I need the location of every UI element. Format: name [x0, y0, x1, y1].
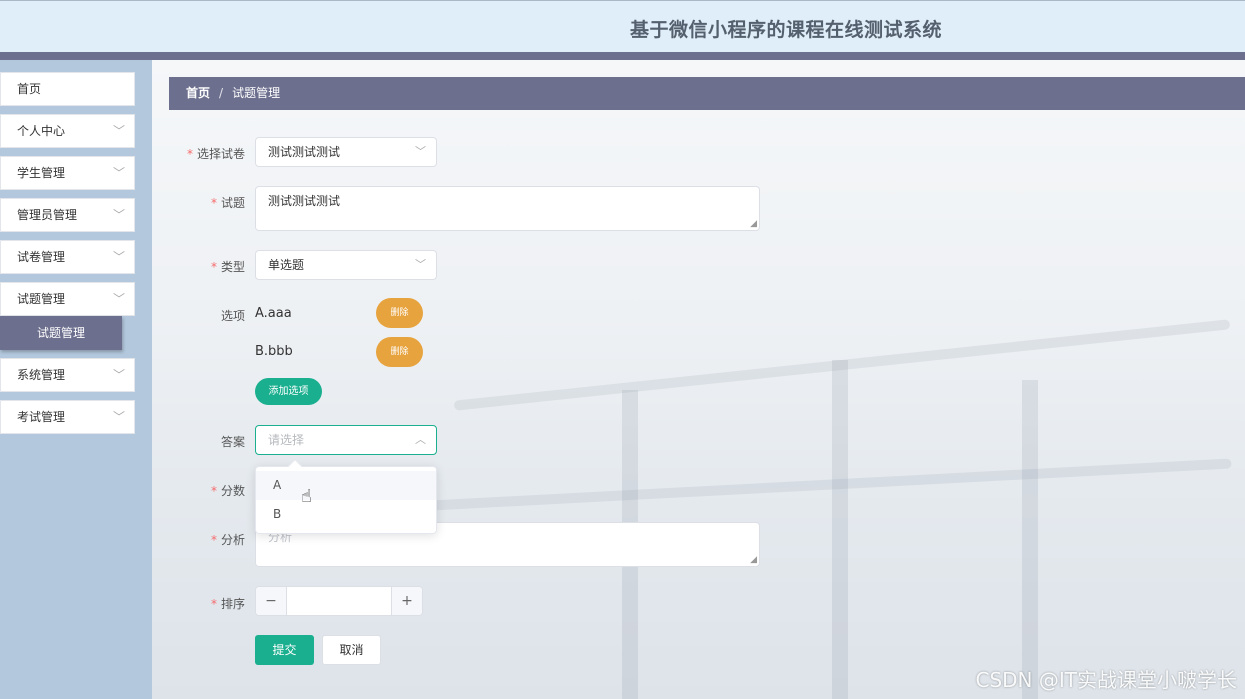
background-decoration [832, 360, 848, 699]
resize-grip-icon[interactable]: ◢ [750, 220, 757, 229]
resize-grip-icon[interactable]: ◢ [750, 556, 757, 565]
sidebar-item-label: 个人中心 [17, 124, 66, 138]
sidebar-item-admin-mgmt[interactable]: 管理员管理 ﹀ [0, 198, 135, 232]
sidebar-item-label: 学生管理 [17, 166, 66, 180]
score-label: * 分数 [210, 484, 245, 498]
chevron-up-icon: ︿ [415, 433, 426, 446]
app-header: 基于微信小程序的课程在线测试系统 [0, 0, 1245, 52]
chevron-down-icon: ﹀ [112, 250, 125, 264]
breadcrumb-home[interactable]: 首页 [186, 86, 210, 100]
answer-select[interactable]: 请选择 ︿ [255, 425, 437, 455]
add-option-button[interactable]: 添加选项 [255, 378, 322, 405]
answer-label: 答案 [220, 435, 245, 449]
sidebar-item-label: 管理员管理 [17, 208, 78, 222]
question-label: * 试题 [210, 196, 245, 210]
background-decoration [1022, 380, 1038, 699]
sidebar-subitem-question-mgmt[interactable]: 试题管理 [0, 316, 122, 350]
sidebar-item-paper-mgmt[interactable]: 试卷管理 ﹀ [0, 240, 135, 274]
chevron-down-icon: ﹀ [112, 124, 125, 138]
sidebar-item-student-mgmt[interactable]: 学生管理 ﹀ [0, 156, 135, 190]
sidebar-item-exam-mgmt[interactable]: 考试管理 ﹀ [0, 400, 135, 434]
cancel-button[interactable]: 取消 [322, 635, 381, 665]
options-label: 选项 [220, 309, 245, 323]
paper-label: * 选择试卷 [186, 147, 245, 161]
minus-icon[interactable]: − [256, 587, 287, 615]
chevron-down-icon: ﹀ [415, 145, 426, 158]
delete-option-b-button[interactable]: 删除 [376, 337, 423, 367]
chevron-down-icon: ﹀ [112, 410, 125, 424]
option-text-b: B.bbb [255, 344, 293, 359]
sidebar-item-label: 试卷管理 [17, 250, 66, 264]
breadcrumb-separator: / [219, 86, 224, 100]
option-text-a: A.aaa [255, 306, 292, 321]
hand-cursor-icon: ☝ [301, 486, 312, 507]
sidebar-item-home[interactable]: 首页 [0, 72, 135, 106]
analysis-label: * 分析 [210, 533, 245, 547]
question-textarea[interactable]: 测试测试测试 ◢ [255, 186, 760, 231]
order-stepper[interactable]: − + [255, 586, 423, 616]
breadcrumb-current: 试题管理 [232, 86, 281, 100]
breadcrumb: 首页 / 试题管理 [169, 77, 1245, 110]
sidebar-item-system-mgmt[interactable]: 系统管理 ﹀ [0, 358, 135, 392]
type-label: * 类型 [210, 260, 245, 274]
background-decoration [412, 458, 1232, 512]
chevron-down-icon: ﹀ [112, 208, 125, 222]
sidebar-item-label: 系统管理 [17, 368, 66, 382]
sidebar-item-question-mgmt[interactable]: 试题管理 ﹀ [0, 282, 135, 316]
delete-option-a-button[interactable]: 删除 [376, 298, 423, 328]
sidebar-item-label: 首页 [17, 82, 42, 96]
chevron-down-icon: ﹀ [112, 368, 125, 382]
main-content: 首页 / 试题管理 * 选择试卷 测试测试测试 ﹀ * 试题 测试测试测试 ◢ * 类型 … [152, 60, 1245, 699]
paper-select[interactable]: 测试测试测试 ﹀ [255, 137, 437, 167]
chevron-down-icon: ﹀ [112, 166, 125, 180]
sidebar-item-label: 考试管理 [17, 410, 66, 424]
watermark: CSDN @IT实战课堂小啵学长 [975, 668, 1238, 692]
chevron-down-icon: ﹀ [415, 258, 426, 271]
answer-select-placeholder: 请选择 [268, 433, 305, 447]
sidebar-item-personal-center[interactable]: 个人中心 ﹀ [0, 114, 135, 148]
question-textarea-value: 测试测试测试 [268, 194, 341, 208]
order-label: * 排序 [210, 597, 245, 611]
type-select[interactable]: 单选题 ﹀ [255, 250, 437, 280]
paper-select-value: 测试测试测试 [268, 145, 341, 159]
answer-option-a[interactable]: A [256, 471, 436, 500]
submit-button[interactable]: 提交 [255, 635, 314, 665]
chevron-down-icon: ﹀ [112, 292, 125, 306]
type-select-value: 单选题 [268, 258, 305, 272]
answer-dropdown: A B [255, 458, 437, 534]
sidebar: 首页 个人中心 ﹀ 学生管理 ﹀ 管理员管理 ﹀ 试卷管理 ﹀ 试题管理 ﹀ 试题管理 系… [0, 60, 152, 699]
header-divider [0, 52, 1245, 60]
sidebar-item-label: 试题管理 [17, 292, 66, 306]
answer-option-b[interactable]: B [256, 500, 436, 529]
plus-icon[interactable]: + [391, 587, 422, 615]
app-title: 基于微信小程序的课程在线测试系统 [630, 19, 943, 41]
